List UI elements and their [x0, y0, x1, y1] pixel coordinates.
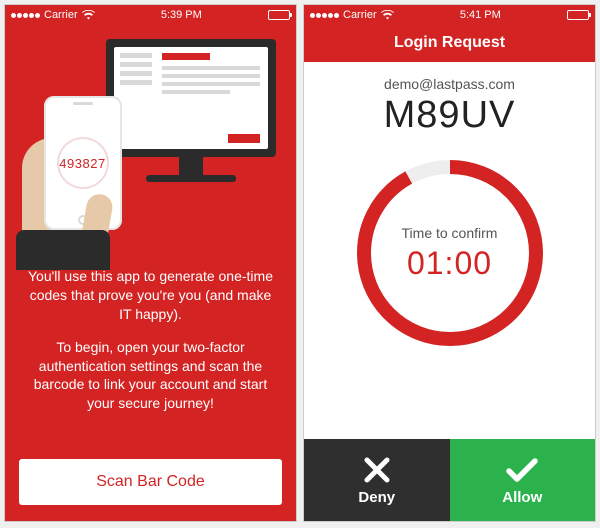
carrier-label: Carrier — [44, 9, 78, 21]
intro-paragraph-1: You'll use this app to generate one-time… — [25, 267, 276, 324]
countdown-ring: Time to confirm 01:00 — [352, 155, 548, 351]
wifi-icon — [381, 10, 394, 20]
battery-icon — [567, 10, 589, 20]
scan-barcode-label: Scan Bar Code — [96, 473, 205, 491]
deny-label: Deny — [358, 489, 395, 506]
allow-label: Allow — [502, 489, 542, 506]
verification-code: M89UV — [384, 94, 516, 137]
account-email: demo@lastpass.com — [384, 76, 515, 92]
wifi-icon — [82, 10, 95, 20]
signal-icon — [11, 13, 40, 18]
hand-holding-phone-graphic: 493827 — [22, 88, 172, 258]
countdown-timer: 01:00 — [407, 245, 492, 282]
clock: 5:39 PM — [161, 9, 202, 21]
clock: 5:41 PM — [460, 9, 501, 21]
onboarding-illustration: 493827 — [5, 25, 296, 255]
deny-button[interactable]: Deny — [304, 439, 450, 521]
check-icon — [505, 455, 539, 485]
allow-button[interactable]: Allow — [450, 439, 596, 521]
time-to-confirm-label: Time to confirm — [402, 225, 498, 241]
otp-code-sample: 493827 — [57, 137, 109, 189]
scan-barcode-button[interactable]: Scan Bar Code — [19, 459, 282, 505]
signal-icon — [310, 13, 339, 18]
status-bar: Carrier 5:41 PM — [304, 5, 595, 25]
header: Carrier 5:41 PM Login Request — [304, 5, 595, 62]
page-title: Login Request — [304, 25, 595, 62]
carrier-label: Carrier — [343, 9, 377, 21]
login-request-screen: Carrier 5:41 PM Login Request demo@lastp… — [303, 4, 596, 522]
onboarding-screen: Carrier 5:39 PM — [4, 4, 297, 522]
intro-paragraph-2: To begin, open your two-factor authentic… — [25, 338, 276, 414]
battery-icon — [268, 10, 290, 20]
status-bar: Carrier 5:39 PM — [5, 5, 296, 25]
close-icon — [362, 455, 392, 485]
